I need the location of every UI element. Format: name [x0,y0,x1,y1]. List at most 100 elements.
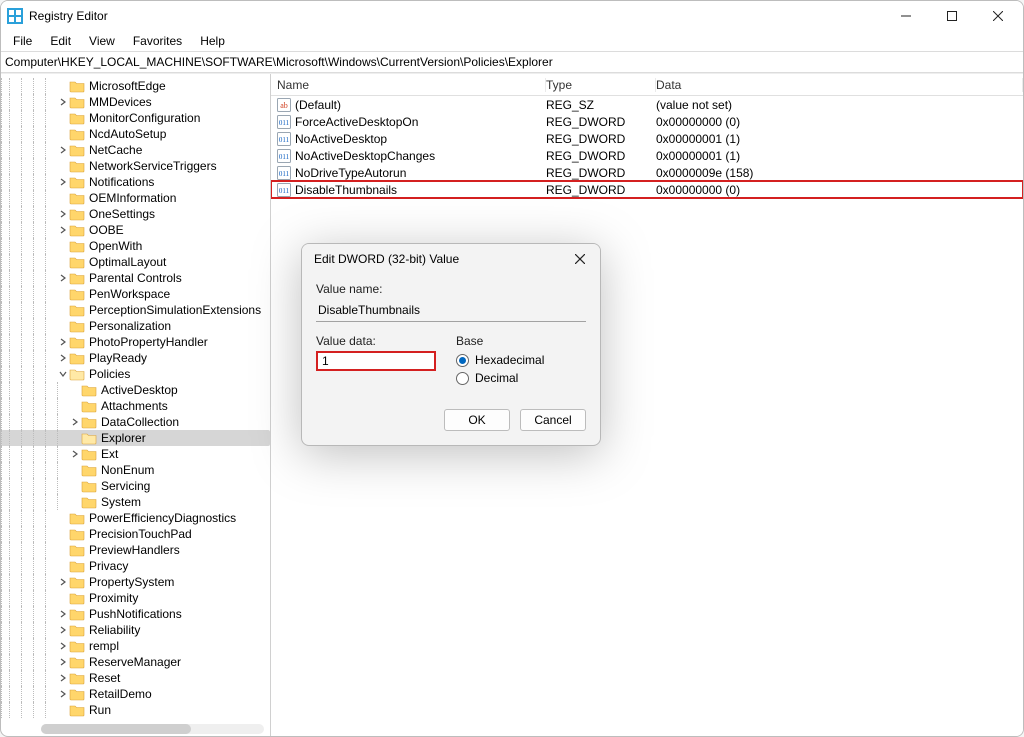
tree-item-label: Notifications [89,174,154,190]
tree-expand-icon[interactable] [57,338,69,346]
tree-item[interactable]: NcdAutoSetup [1,126,270,142]
tree-item[interactable]: Personalization [1,318,270,334]
tree-expand-icon[interactable] [57,626,69,634]
tree-expand-icon[interactable] [57,178,69,186]
close-button[interactable] [975,1,1021,31]
tree-item[interactable]: PenWorkspace [1,286,270,302]
tree-item[interactable]: OptimalLayout [1,254,270,270]
tree-item[interactable]: OneSettings [1,206,270,222]
tree-item[interactable]: ReserveManager [1,654,270,670]
tree-item[interactable]: ActiveDesktop [1,382,270,398]
tree-item[interactable]: Reset [1,670,270,686]
tree-item[interactable]: System [1,494,270,510]
value-name: (Default) [295,98,341,112]
folder-icon [69,175,85,189]
tree-expand-icon[interactable] [57,690,69,698]
tree-item[interactable]: Explorer [1,430,270,446]
tree-item[interactable]: MicrosoftEdge [1,78,270,94]
folder-icon [69,527,85,541]
tree-item[interactable]: Parental Controls [1,270,270,286]
radio-decimal[interactable]: Decimal [456,369,544,387]
value-name-label: Value name: [316,282,586,296]
tree-item[interactable]: PhotoPropertyHandler [1,334,270,350]
tree-item[interactable]: OOBE [1,222,270,238]
tree-item[interactable]: PowerEfficiencyDiagnostics [1,510,270,526]
tree-item[interactable]: Notifications [1,174,270,190]
tree-expand-icon[interactable] [57,274,69,282]
radio-hexadecimal[interactable]: Hexadecimal [456,351,544,369]
value-data-input[interactable] [316,351,436,371]
tree-item-label: OptimalLayout [89,254,166,270]
tree-expand-icon[interactable] [57,146,69,154]
folder-icon [69,591,85,605]
tree-item[interactable]: OEMInformation [1,190,270,206]
address-bar[interactable]: Computer\HKEY_LOCAL_MACHINE\SOFTWARE\Mic… [1,51,1023,73]
tree-item[interactable]: PerceptionSimulationExtensions [1,302,270,318]
tree-item[interactable]: OpenWith [1,238,270,254]
column-data-header[interactable]: Data [656,78,1023,92]
tree-item[interactable]: RetailDemo [1,686,270,702]
tree-item[interactable]: Run [1,702,270,718]
folder-icon [69,655,85,669]
tree-expand-icon[interactable] [69,450,81,458]
folder-icon [69,303,85,317]
menu-view[interactable]: View [81,32,123,50]
folder-icon [69,191,85,205]
dialog-close-button[interactable] [568,247,592,271]
tree-item[interactable]: PlayReady [1,350,270,366]
tree-expand-icon[interactable] [57,674,69,682]
tree-item[interactable]: Proximity [1,590,270,606]
tree-collapse-icon[interactable] [57,370,69,378]
folder-icon [69,623,85,637]
value-row[interactable]: ab(Default)REG_SZ(value not set) [271,96,1023,113]
value-row[interactable]: 011NoActiveDesktopChangesREG_DWORD0x0000… [271,147,1023,164]
scrollbar-thumb[interactable] [41,724,191,734]
maximize-button[interactable] [929,1,975,31]
tree-item[interactable]: NonEnum [1,462,270,478]
tree-expand-icon[interactable] [57,98,69,106]
menu-favorites[interactable]: Favorites [125,32,190,50]
tree-pane[interactable]: MicrosoftEdgeMMDevicesMonitorConfigurati… [1,74,271,736]
tree-item[interactable]: Privacy [1,558,270,574]
menu-edit[interactable]: Edit [42,32,79,50]
tree-expand-icon[interactable] [57,210,69,218]
tree-item[interactable]: Servicing [1,478,270,494]
ok-button[interactable]: OK [444,409,510,431]
tree-item[interactable]: MonitorConfiguration [1,110,270,126]
menu-file[interactable]: File [5,32,40,50]
cancel-button[interactable]: Cancel [520,409,586,431]
tree-item-label: NcdAutoSetup [89,126,166,142]
tree-expand-icon[interactable] [57,354,69,362]
tree-item[interactable]: PushNotifications [1,606,270,622]
tree-item[interactable]: DataCollection [1,414,270,430]
column-name-header[interactable]: Name [271,78,546,92]
tree-item[interactable]: PreviewHandlers [1,542,270,558]
value-row[interactable]: 011NoDriveTypeAutorunREG_DWORD0x0000009e… [271,164,1023,181]
menu-help[interactable]: Help [192,32,233,50]
tree-expand-icon[interactable] [57,226,69,234]
value-row[interactable]: 011DisableThumbnailsREG_DWORD0x00000000 … [271,181,1023,198]
tree-item[interactable]: NetworkServiceTriggers [1,158,270,174]
tree-item[interactable]: PropertySystem [1,574,270,590]
minimize-button[interactable] [883,1,929,31]
value-type: REG_DWORD [546,115,656,129]
value-row[interactable]: 011NoActiveDesktopREG_DWORD0x00000001 (1… [271,130,1023,147]
tree-expand-icon[interactable] [69,418,81,426]
tree-item[interactable]: rempl [1,638,270,654]
tree-item[interactable]: Policies [1,366,270,382]
column-type-header[interactable]: Type [546,78,656,92]
tree-item[interactable]: MMDevices [1,94,270,110]
tree-item[interactable]: Attachments [1,398,270,414]
tree-item-label: Reliability [89,622,140,638]
tree-horizontal-scrollbar[interactable] [41,724,264,734]
tree-expand-icon[interactable] [57,658,69,666]
tree-item[interactable]: NetCache [1,142,270,158]
tree-item-label: DataCollection [101,414,179,430]
tree-item[interactable]: Ext [1,446,270,462]
tree-item[interactable]: PrecisionTouchPad [1,526,270,542]
tree-expand-icon[interactable] [57,578,69,586]
value-row[interactable]: 011ForceActiveDesktopOnREG_DWORD0x000000… [271,113,1023,130]
tree-item[interactable]: Reliability [1,622,270,638]
tree-expand-icon[interactable] [57,642,69,650]
tree-expand-icon[interactable] [57,610,69,618]
